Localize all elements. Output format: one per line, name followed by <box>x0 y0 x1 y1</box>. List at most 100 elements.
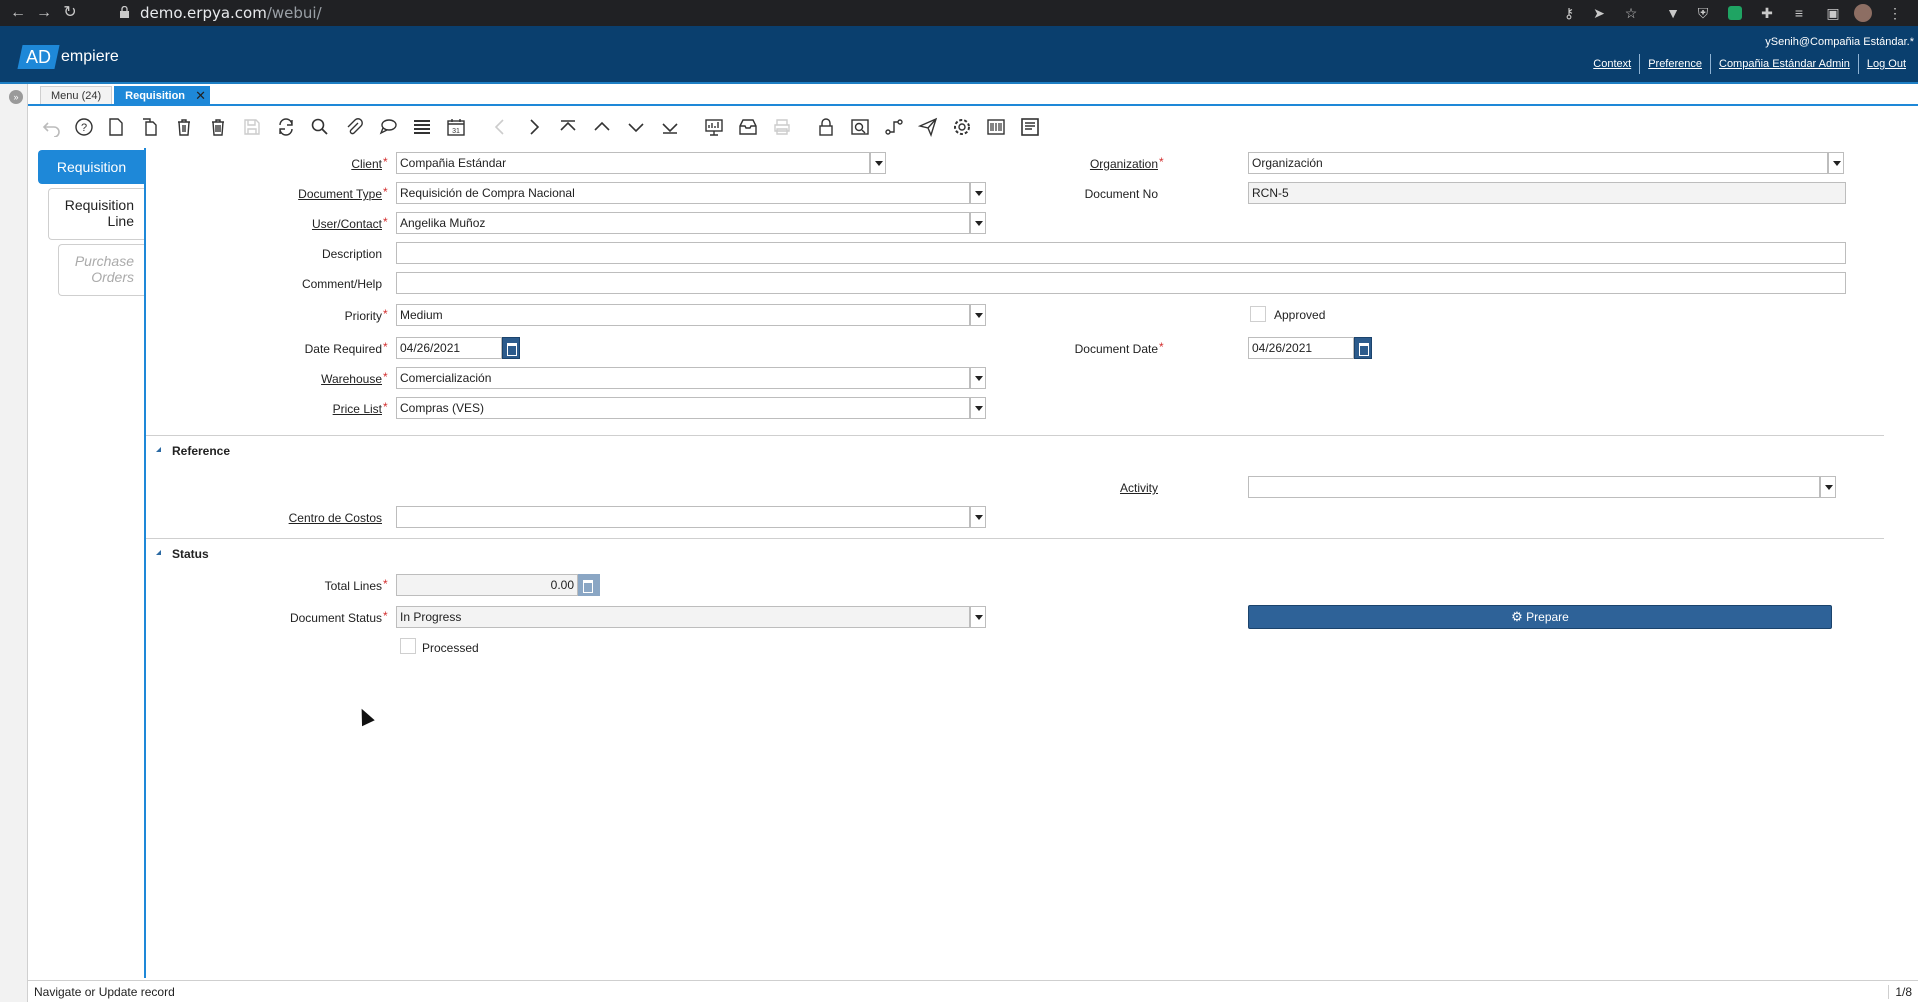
back-icon[interactable]: ← <box>8 2 28 24</box>
collapse-icon[interactable] <box>156 447 161 452</box>
description-field[interactable] <box>396 242 1846 264</box>
date-required-field[interactable]: 04/26/2021 <box>396 337 502 359</box>
user-contact-field[interactable]: Angelika Muñoz <box>396 212 970 234</box>
document-status-field[interactable]: In Progress <box>396 606 970 628</box>
chat-icon[interactable] <box>376 114 400 140</box>
client-dropdown[interactable] <box>870 152 886 174</box>
zoom-across-icon[interactable] <box>848 114 872 140</box>
sidepanel-icon[interactable]: ▣ <box>1824 4 1842 22</box>
parent-record-icon[interactable] <box>590 114 614 140</box>
client-field[interactable]: Compañia Estándar <box>396 152 870 174</box>
warehouse-field[interactable]: Comercialización <box>396 367 970 389</box>
context-link[interactable]: Context <box>1585 54 1639 74</box>
product-info-icon[interactable] <box>984 114 1008 140</box>
first-record-icon[interactable] <box>556 114 580 140</box>
preference-link[interactable]: Preference <box>1639 54 1710 74</box>
extension-green-icon[interactable] <box>1728 6 1742 20</box>
avatar[interactable] <box>1854 4 1872 22</box>
reference-section-title[interactable]: Reference <box>172 444 230 458</box>
calculator-icon[interactable] <box>578 574 600 596</box>
undo-icon[interactable] <box>40 114 64 140</box>
document-date-field[interactable]: 04/26/2021 <box>1248 337 1354 359</box>
cost-center-dropdown[interactable] <box>970 506 986 528</box>
workflow-icon[interactable] <box>882 114 906 140</box>
role-link[interactable]: Compañia Estándar Admin <box>1710 54 1858 74</box>
document-no-field[interactable]: RCN-5 <box>1248 182 1846 204</box>
price-list-dropdown[interactable] <box>970 397 986 419</box>
new-record-icon[interactable] <box>104 114 128 140</box>
organization-dropdown[interactable] <box>1828 152 1844 174</box>
request-icon[interactable] <box>916 114 940 140</box>
tab-underline <box>28 104 1918 106</box>
detail-record-icon[interactable] <box>624 114 648 140</box>
calendar-icon[interactable]: 31 <box>444 114 468 140</box>
print-icon[interactable] <box>770 114 794 140</box>
address-bar[interactable] <box>108 2 1568 24</box>
priority-field[interactable]: Medium <box>396 304 970 326</box>
tab-menu[interactable]: Menu (24) <box>40 86 113 104</box>
activity-dropdown[interactable] <box>1820 476 1836 498</box>
document-status-dropdown[interactable] <box>970 606 986 628</box>
cost-center-field[interactable] <box>396 506 970 528</box>
last-record-icon[interactable] <box>658 114 682 140</box>
tab-requisition[interactable]: Requisition ✕ <box>114 86 211 105</box>
star-icon[interactable]: ☆ <box>1622 4 1640 22</box>
status-section: Status <box>146 538 1884 561</box>
price-list-field[interactable]: Compras (VES) <box>396 397 970 419</box>
export-icon[interactable] <box>1018 114 1042 140</box>
reference-section: Reference <box>146 435 1884 458</box>
activity-field[interactable] <box>1248 476 1820 498</box>
expand-panel-icon[interactable]: » <box>9 90 23 104</box>
help-icon[interactable]: ? <box>72 114 96 140</box>
processed-label: Processed <box>422 641 479 655</box>
playlist-icon[interactable]: ≡ <box>1790 4 1808 22</box>
refresh-icon[interactable] <box>274 114 298 140</box>
shield-icon[interactable]: ⛨ <box>1694 4 1712 22</box>
puzzle-icon[interactable]: ✚ <box>1758 4 1776 22</box>
find-icon[interactable] <box>308 114 332 140</box>
menu-dots-icon[interactable]: ⋮ <box>1886 4 1904 22</box>
send-icon[interactable]: ➤ <box>1590 4 1608 22</box>
collapse-icon[interactable] <box>156 550 161 555</box>
total-lines-field[interactable]: 0.00 <box>396 574 578 596</box>
status-section-title[interactable]: Status <box>172 547 209 561</box>
report-icon[interactable] <box>702 114 726 140</box>
description-label: Description <box>321 247 382 261</box>
attachment-icon[interactable] <box>342 114 366 140</box>
document-type-field[interactable]: Requisición de Compra Nacional <box>396 182 970 204</box>
status-bar: Navigate or Update record 1/8 <box>28 980 1918 1002</box>
next-icon[interactable] <box>522 114 546 140</box>
document-type-dropdown[interactable] <box>970 182 986 204</box>
document-no-label: Document No <box>1084 187 1158 201</box>
reload-icon[interactable]: ↻ <box>60 2 80 24</box>
lock-icon[interactable] <box>814 114 838 140</box>
processed-checkbox[interactable] <box>400 638 416 654</box>
grid-toggle-icon[interactable] <box>410 114 434 140</box>
close-icon[interactable]: ✕ <box>195 87 206 105</box>
previous-icon[interactable] <box>488 114 512 140</box>
forward-icon[interactable]: → <box>34 2 54 24</box>
delete-icon[interactable] <box>172 114 196 140</box>
key-icon[interactable]: ⚷ <box>1560 4 1578 22</box>
document-date-calendar-icon[interactable] <box>1354 337 1372 359</box>
priority-dropdown[interactable] <box>970 304 986 326</box>
prepare-button[interactable]: ⚙ Prepare <box>1248 605 1832 629</box>
extension-v-icon[interactable]: ▼ <box>1664 4 1682 22</box>
tab-requisition-header[interactable]: Requisition <box>38 150 144 184</box>
process-icon[interactable] <box>950 114 974 140</box>
warehouse-dropdown[interactable] <box>970 367 986 389</box>
archive-icon[interactable] <box>736 114 760 140</box>
delete-selection-icon[interactable] <box>206 114 230 140</box>
comment-help-field[interactable] <box>396 272 1846 294</box>
save-icon[interactable] <box>240 114 264 140</box>
browser-chrome: ← → ↻ demo.erpya.com/webui/ ⚷ ➤ ☆ ▼ ⛨ ✚ … <box>0 0 1918 26</box>
date-required-calendar-icon[interactable] <box>502 337 520 359</box>
logout-link[interactable]: Log Out <box>1857 54 1914 74</box>
tab-purchase-orders[interactable]: Purchase Orders <box>58 244 144 296</box>
tab-requisition-line[interactable]: Requisition Line <box>48 188 144 240</box>
organization-field[interactable]: Organización <box>1248 152 1828 174</box>
user-contact-dropdown[interactable] <box>970 212 986 234</box>
approved-checkbox[interactable] <box>1250 306 1266 322</box>
copy-record-icon[interactable] <box>138 114 162 140</box>
date-required-label: Date Required <box>304 342 382 356</box>
